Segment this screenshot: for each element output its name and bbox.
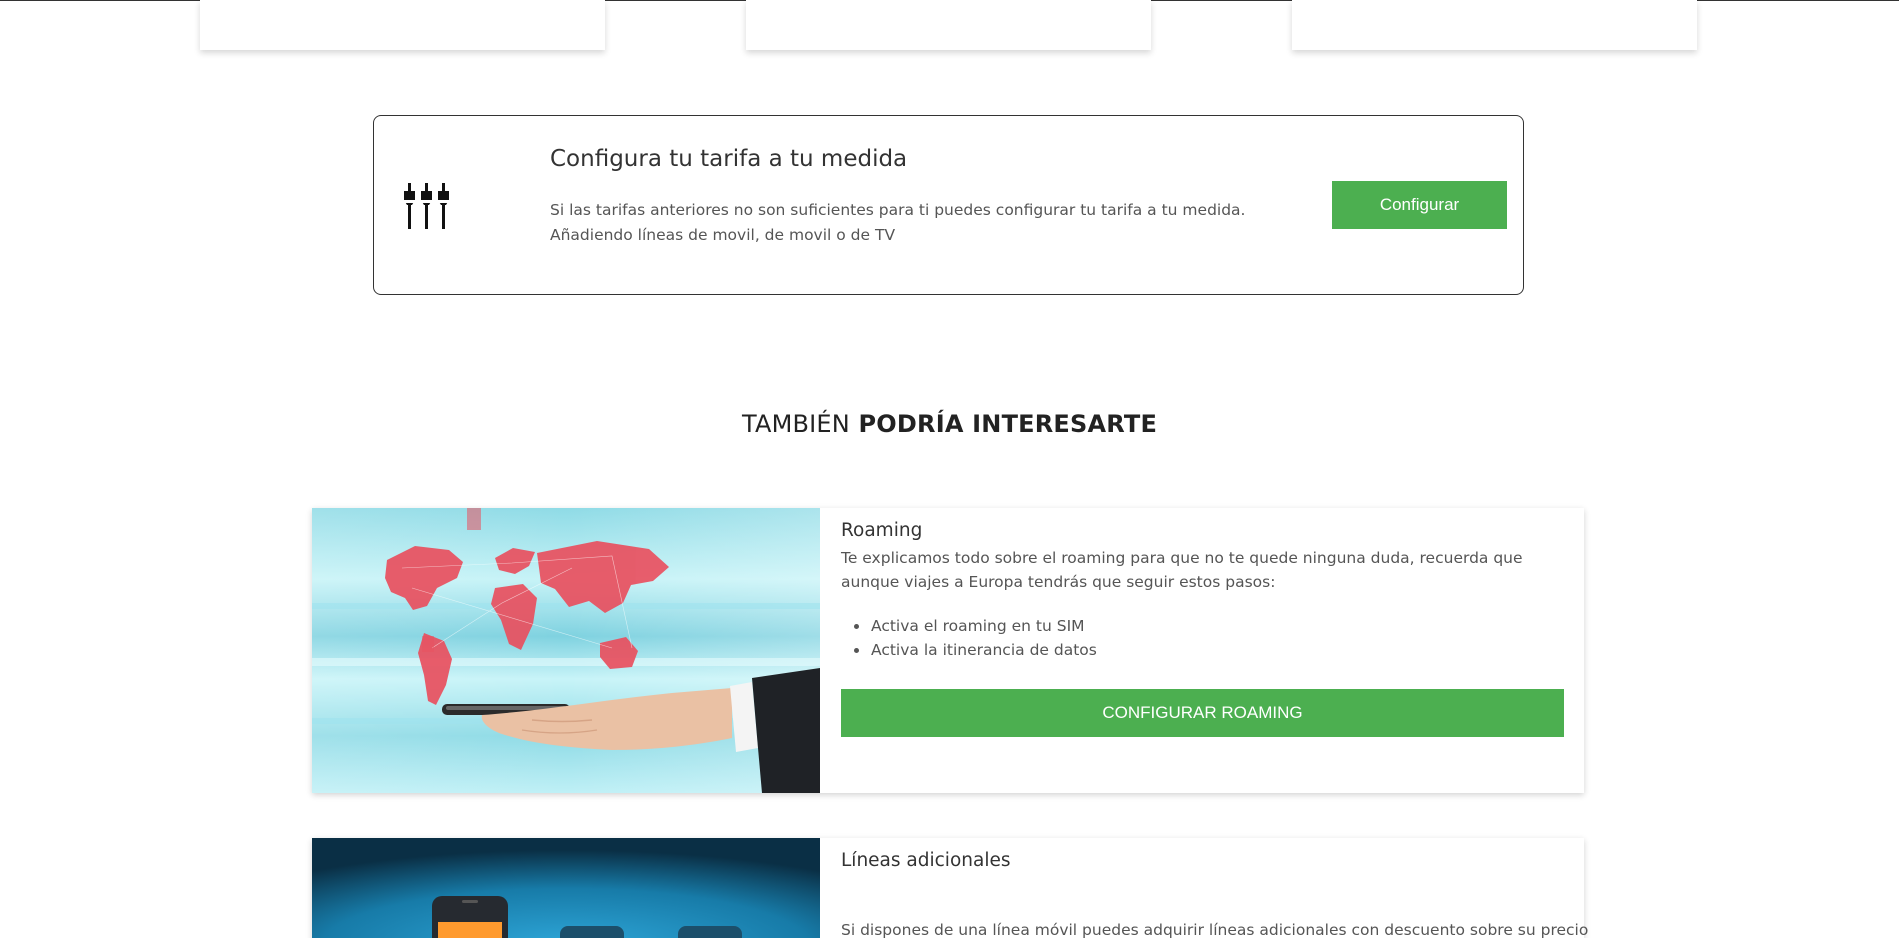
custom-tariff-description: Si las tarifas anteriores no son suficie… [550,201,1246,244]
offer-card-roaming: Roaming Te explicamos todo sobre el roam… [312,508,1584,793]
offer-description: Te explicamos todo sobre el roaming para… [841,549,1523,591]
plan-card [746,0,1151,50]
list-item: Activa la itinerancia de datos [841,638,1541,662]
plan-card [1292,0,1697,50]
plan-card [200,0,605,50]
offer-description: Si dispones de una línea móvil puedes ad… [841,921,1589,938]
smartphones-blue-background-image [312,838,820,938]
section-heading-bold: PODRÍA INTERESARTE [858,410,1158,438]
offer-title: Roaming [841,520,923,541]
world-map-on-smartphone-image [312,508,820,793]
roaming-steps-list: Activa el roaming en tu SIM Activa la it… [841,614,1541,662]
offer-title: Líneas adicionales [841,850,1011,871]
offer-card-lineas-adicionales: Líneas adicionales Si dispones de una lí… [312,838,1589,938]
custom-tariff-panel: Configura tu tarifa a tu medida Si las t… [373,115,1524,295]
custom-tariff-title: Configura tu tarifa a tu medida [550,146,908,172]
section-heading: TAMBIÉN PODRÍA INTERESARTE [0,410,1899,438]
configurar-button[interactable]: Configurar [1332,181,1507,229]
list-item: Activa el roaming en tu SIM [841,614,1541,638]
plug-connectors-icon [404,183,449,229]
configurar-roaming-button[interactable]: CONFIGURAR ROAMING [841,689,1564,737]
section-heading-light: TAMBIÉN [741,410,850,438]
